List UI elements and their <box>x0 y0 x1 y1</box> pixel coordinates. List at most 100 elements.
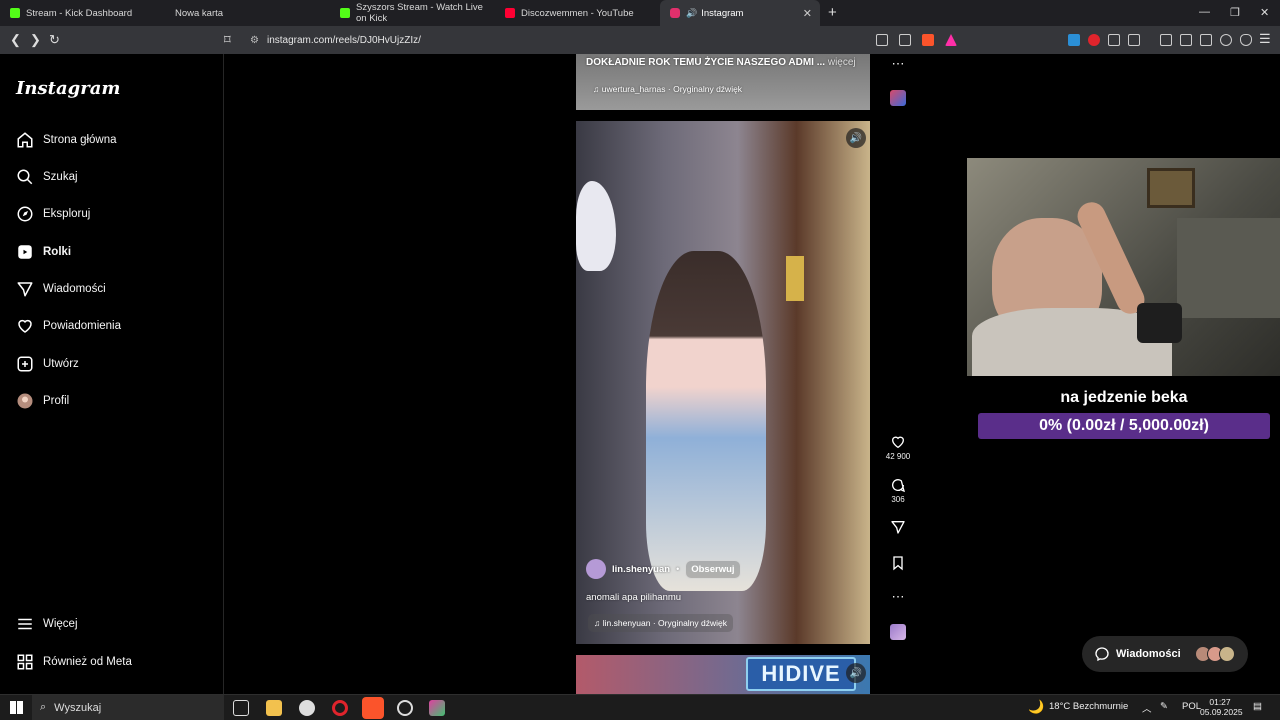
language-indicator[interactable]: POL <box>1182 701 1201 712</box>
obs-icon[interactable] <box>397 700 413 716</box>
instagram-sidebar: Instagram Strona główna Szukaj Eksploruj… <box>0 54 224 694</box>
pen-icon[interactable]: ✎ <box>1160 701 1168 712</box>
extensions-icon[interactable] <box>1108 34 1120 46</box>
wallet-icon[interactable] <box>1200 34 1212 46</box>
brave-icon[interactable] <box>362 697 384 719</box>
restore-icon[interactable]: ❐ <box>1230 6 1240 19</box>
close-tab-icon[interactable]: ✕ <box>803 7 812 20</box>
sidebar-item-profile[interactable]: Profil <box>16 390 69 412</box>
audio-thumbnail[interactable] <box>885 624 911 642</box>
bookmark-icon[interactable]: ⌑ <box>224 32 231 48</box>
opera-icon[interactable] <box>332 700 348 716</box>
close-window-icon[interactable]: ✕ <box>1260 6 1269 19</box>
sidebar-item-more[interactable]: Więcej <box>16 613 78 635</box>
like-count: 42 900 <box>885 452 911 461</box>
reel-audio-thumbnail[interactable] <box>885 90 911 108</box>
task-view-icon[interactable] <box>233 700 249 716</box>
volume-icon[interactable]: 🔊 <box>846 663 866 683</box>
site-settings-icon[interactable]: ⚙ <box>250 35 259 46</box>
back-icon[interactable]: ❮ <box>10 32 21 48</box>
extension-translate-icon[interactable] <box>1068 34 1080 46</box>
notifications-icon[interactable]: ▤ <box>1253 701 1262 712</box>
sidebar-item-explore[interactable]: Eksploruj <box>16 203 90 225</box>
reel-next[interactable]: HIDIVE 🔊 <box>576 655 870 695</box>
heart-icon <box>891 436 905 449</box>
sidebar-item-notifications[interactable]: Powiadomienia <box>16 315 121 337</box>
leo-ai-icon[interactable] <box>1220 34 1232 46</box>
comment-button[interactable]: 306 <box>885 477 911 504</box>
search-icon: ⌕ <box>40 701 47 713</box>
tab-new-tab[interactable]: Nowa karta <box>165 0 330 26</box>
save-button[interactable] <box>885 555 911 573</box>
weather-text[interactable]: 18°C Bezchmurnie <box>1049 701 1128 712</box>
sidebar-item-label: Wiadomości <box>43 283 106 295</box>
app-icon[interactable] <box>299 700 315 716</box>
instagram-logo[interactable]: Instagram <box>16 78 120 99</box>
reel-audio[interactable]: ♫ uwertura_harnas · Oryginalny dźwięk <box>593 84 742 94</box>
sidebar-item-home[interactable]: Strona główna <box>16 129 117 151</box>
comment-icon <box>892 479 905 493</box>
send-icon <box>891 521 905 534</box>
tab-youtube[interactable]: Discozwemmen - YouTube <box>495 0 660 26</box>
reel-previous[interactable]: DOKŁADNIE ROK TEMU ŻYCIE NASZEGO ADMI ..… <box>576 54 870 110</box>
sidebar-item-reels[interactable]: Rolki <box>16 241 71 263</box>
like-button[interactable]: 42 900 <box>885 434 911 461</box>
clock-time: 01:27 <box>1209 697 1231 707</box>
new-tab-icon[interactable]: + <box>828 4 837 21</box>
messages-button[interactable]: Wiadomości <box>1082 636 1248 672</box>
sidebar-toggle-icon[interactable] <box>1180 34 1192 46</box>
wall-picture <box>1147 168 1195 208</box>
more-link[interactable]: więcej <box>828 57 856 68</box>
file-explorer-icon[interactable] <box>266 700 282 716</box>
menu-icon[interactable]: ☰ <box>1259 31 1271 47</box>
reel-username[interactable]: lin.shenyuan <box>612 564 670 575</box>
vpn-icon[interactable] <box>1240 34 1252 46</box>
sidebar-item-create[interactable]: Utwórz <box>16 353 79 375</box>
tab-label: Instagram <box>701 7 744 19</box>
reel-more-options-icon[interactable]: ⋯ <box>885 56 911 72</box>
app-icon[interactable] <box>429 700 445 716</box>
donation-goal-title: na jedzenie beka <box>1060 389 1188 406</box>
volume-icon[interactable]: 🔊 <box>846 128 866 148</box>
chevron-up-icon[interactable]: ︿ <box>1142 701 1152 715</box>
sidebar-item-label: Eksploruj <box>43 208 91 220</box>
follow-button[interactable]: Obserwuj <box>685 559 741 579</box>
message-avatars <box>1194 646 1235 662</box>
clock[interactable]: 01:27 05.09.2025 <box>1200 697 1243 717</box>
forward-icon[interactable]: ❯ <box>30 32 41 48</box>
speaker-icon: 🔊 <box>686 7 698 18</box>
bookmark-icon <box>893 556 903 571</box>
tab-kick-dashboard[interactable]: Stream - Kick Dashboard <box>0 0 165 26</box>
reel-audio[interactable]: ♫ lin.shenyuan · Oryginalny dźwięk <box>588 614 734 632</box>
media-icon[interactable] <box>1160 34 1172 46</box>
browser-tab-strip: Stream - Kick Dashboard Nowa karta Szysz… <box>0 0 1280 26</box>
screenshot-icon[interactable] <box>1128 34 1140 46</box>
sidebar-item-messages[interactable]: Wiadomości <box>16 278 106 300</box>
sidebar-item-also-from-meta[interactable]: Również od Meta <box>16 651 132 673</box>
reload-icon[interactable]: ↻ <box>49 32 60 48</box>
minimize-icon[interactable]: — <box>1199 6 1210 18</box>
cast-icon[interactable] <box>876 34 888 46</box>
extension-red-icon[interactable] <box>1088 34 1100 46</box>
messages-label: Wiadomości <box>1116 648 1181 660</box>
brave-shield-icon[interactable] <box>922 34 934 46</box>
reel-video[interactable]: 🔊 lin.shenyuan • Obserwuj anomali apa pi… <box>576 121 870 644</box>
hidive-logo: HIDIVE <box>746 657 856 691</box>
more-options-icon[interactable]: ⋯ <box>885 589 911 605</box>
tab-kick-stream[interactable]: Szyszors Stream - Watch Live on Kick <box>330 0 495 26</box>
youtube-icon <box>505 8 515 18</box>
heart-icon <box>18 319 32 333</box>
avatar[interactable] <box>586 559 606 579</box>
sidebar-item-label: Strona główna <box>43 134 117 146</box>
separator-dot: • <box>676 564 680 574</box>
sidebar-item-search[interactable]: Szukaj <box>16 166 78 188</box>
sidebar-item-label: Szukaj <box>43 171 78 183</box>
home-icon <box>17 132 33 148</box>
share-icon[interactable] <box>899 34 911 46</box>
windows-start-icon[interactable] <box>10 701 23 714</box>
reel-author: lin.shenyuan • Obserwuj <box>586 559 741 579</box>
taskbar-search[interactable]: ⌕ Wyszukaj <box>32 695 224 720</box>
tab-instagram[interactable]: 🔊 Instagram ✕ <box>660 0 820 26</box>
share-button[interactable] <box>885 519 911 537</box>
address-bar[interactable]: ⚙ instagram.com/reels/DJ0HvUjzZIz/ <box>242 30 966 50</box>
